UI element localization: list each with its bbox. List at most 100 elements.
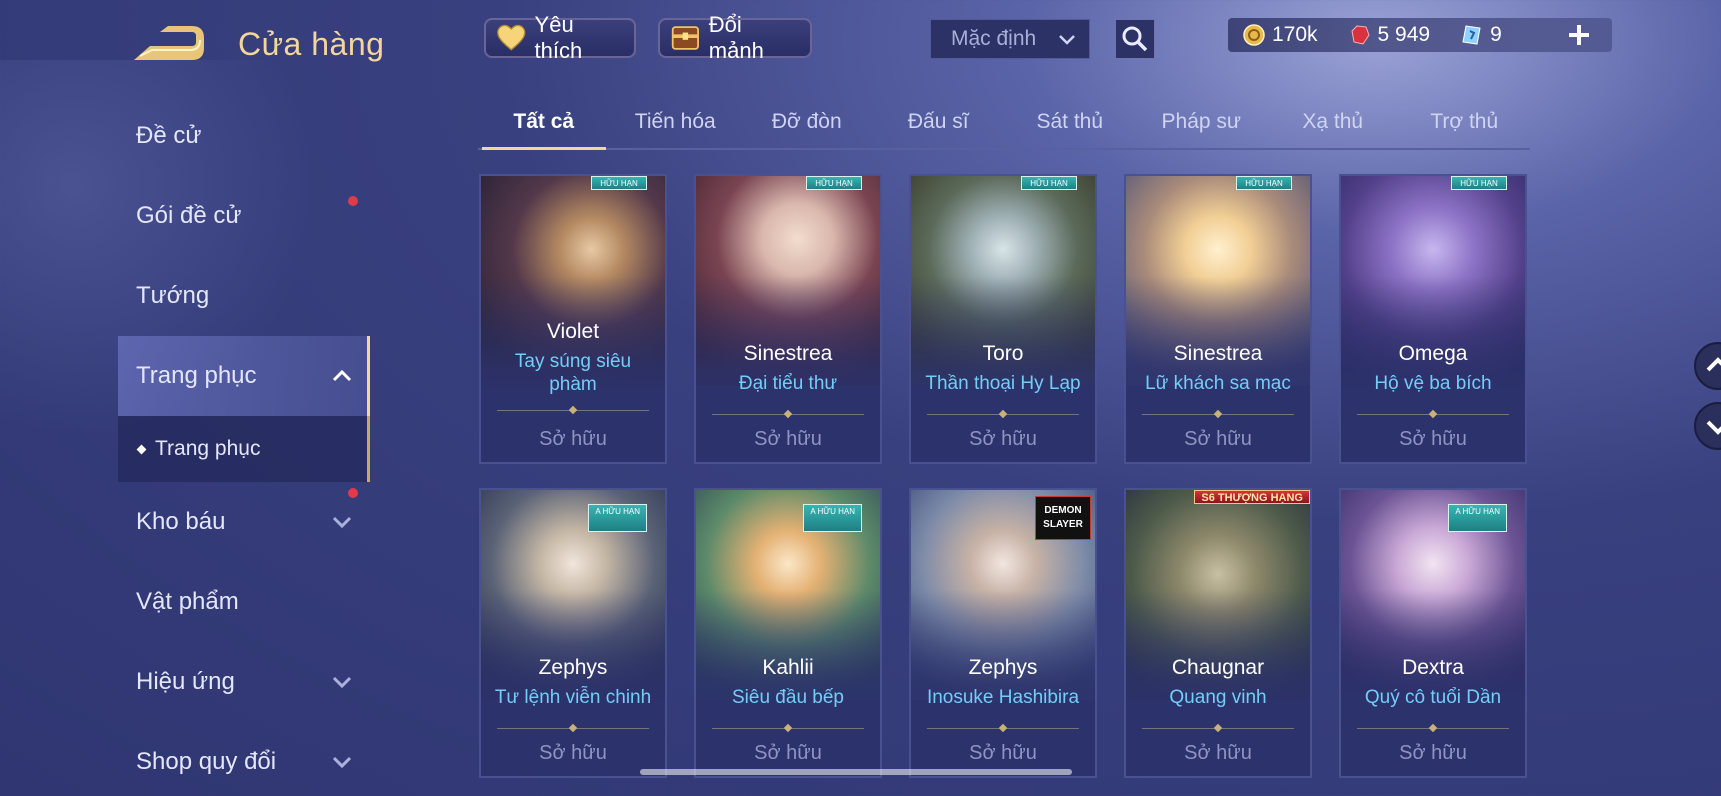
- skin-name: Siêu đầu bếp: [732, 687, 844, 708]
- tab-mage[interactable]: Pháp sư: [1136, 100, 1268, 148]
- tab-all[interactable]: Tất cả: [478, 100, 610, 150]
- limited-badge: HỮU HẠN: [1451, 176, 1507, 190]
- search-icon: [1122, 26, 1148, 52]
- exchange-fragments-button[interactable]: Đổi mảnh: [658, 12, 812, 63]
- search-button[interactable]: [1115, 19, 1155, 59]
- currency-bar: 170k 5 949 9: [1228, 18, 1612, 52]
- limited-badge: HỮU HẠN: [1236, 176, 1292, 190]
- add-currency-icon[interactable]: [1566, 22, 1592, 48]
- back-button[interactable]: [130, 22, 210, 64]
- shop-sidebar: Đề cử Gói đề cử Tướng Trang phục Trang p…: [118, 96, 370, 796]
- skin-card[interactable]: S6 THƯỢNG HẠNG Chaugnar Quang vinh Sở hữ…: [1124, 488, 1312, 778]
- chevron-up-icon: [1706, 357, 1721, 372]
- sidebar-item-label: Đề cử: [136, 122, 202, 149]
- sidebar-item-label: Tướng: [136, 282, 210, 309]
- shop-screen: Cửa hàng Yêu thích Đổi mảnh Mặc định 170…: [0, 0, 1721, 796]
- ruby-gem-icon: [1351, 25, 1370, 45]
- sidebar-item-label: Shop quy đổi: [136, 748, 277, 775]
- hero-name: Dextra: [1402, 656, 1464, 679]
- skin-name: Lữ khách sa mạc: [1145, 373, 1291, 394]
- scroll-down-button[interactable]: [1694, 402, 1721, 450]
- favorites-label: Yêu thích: [534, 12, 583, 63]
- tab-tank[interactable]: Đỡ đòn: [741, 100, 873, 148]
- chevron-down-icon: [332, 756, 352, 769]
- skin-card[interactable]: HỮU HẠN Toro Thần thoại Hy Lạp Sở hữu: [909, 174, 1097, 464]
- sidebar-item-label: Hiệu ứng: [136, 668, 235, 695]
- skin-name: Đại tiểu thư: [738, 373, 838, 394]
- owned-status: Sở hữu: [1184, 742, 1252, 764]
- hero-name: Zephys: [538, 656, 608, 679]
- sidebar-item-label: Kho báu: [136, 508, 226, 535]
- gold-coin-icon: [1243, 24, 1265, 46]
- skin-card[interactable]: DEMON SLAYER Zephys Inosuke Hashibira Sở…: [909, 488, 1097, 778]
- rank-a-limited-badge: A HỮU HẠN: [1448, 504, 1507, 532]
- card-divider: [1357, 728, 1509, 729]
- card-divider: [927, 414, 1079, 415]
- sort-dropdown[interactable]: Mặc định: [930, 19, 1090, 59]
- page-title: Cửa hàng: [238, 26, 385, 62]
- tab-support[interactable]: Trợ thủ: [1399, 100, 1531, 148]
- scroll-up-button[interactable]: [1694, 342, 1721, 390]
- gold-balance: 170k: [1242, 23, 1318, 47]
- skin-card[interactable]: A HỮU HẠN Kahlii Siêu đầu bếp Sở hữu: [694, 488, 882, 778]
- limited-badge: HỮU HẠN: [1021, 176, 1077, 190]
- sidebar-item-heroes[interactable]: Tướng: [118, 256, 370, 336]
- owned-status: Sở hữu: [754, 742, 822, 764]
- skin-name: Thần thoại Hy Lạp: [925, 373, 1081, 394]
- skin-grid: HỮU HẠN Violet Tay súng siêu phàm Sở hữu…: [479, 174, 1529, 796]
- skin-card[interactable]: A HỮU HẠN Zephys Tư lệnh viễn chinh Sở h…: [479, 488, 667, 778]
- exchange-label: Đổi mảnh: [708, 12, 764, 63]
- tab-marksman[interactable]: Xạ thủ: [1267, 100, 1399, 148]
- sidebar-item-items[interactable]: Vật phẩm: [118, 562, 370, 642]
- sidebar-item-exchange-shop[interactable]: Shop quy đổi: [118, 722, 370, 796]
- ruby-balance: 5 949: [1348, 23, 1430, 47]
- heart-icon: [497, 24, 526, 51]
- tab-assassin[interactable]: Sát thủ: [1004, 100, 1136, 148]
- skin-card[interactable]: HỮU HẠN Violet Tay súng siêu phàm Sở hữu: [479, 174, 667, 464]
- bullet-diamond-icon: [136, 444, 147, 454]
- owned-status: Sở hữu: [1399, 742, 1467, 764]
- rank-a-limited-badge: A HỮU HẠN: [803, 504, 862, 532]
- home-indicator[interactable]: [640, 769, 1072, 775]
- sidebar-item-skins[interactable]: Trang phục: [118, 336, 370, 416]
- tab-evolution[interactable]: Tiến hóa: [610, 100, 742, 148]
- skin-card[interactable]: HỮU HẠN Omega Hộ vệ ba bích Sở hữu: [1339, 174, 1527, 464]
- owned-status: Sở hữu: [539, 742, 607, 764]
- hero-name: Chaugnar: [1171, 656, 1265, 679]
- limited-badge: HỮU HẠN: [591, 176, 647, 190]
- skin-name: Quý cô tuổi Dần: [1364, 687, 1502, 708]
- sidebar-subitem-skins[interactable]: Trang phục: [118, 416, 370, 482]
- card-divider: [1142, 728, 1294, 729]
- hero-name: Sinestrea: [743, 342, 833, 365]
- coupon-amount: 9: [1490, 23, 1502, 46]
- skin-card[interactable]: HỮU HẠN Sinestrea Lữ khách sa mạc Sở hữu: [1124, 174, 1312, 464]
- card-divider: [712, 414, 864, 415]
- skin-card[interactable]: A HỮU HẠN Dextra Quý cô tuổi Dần Sở hữu: [1339, 488, 1527, 778]
- skin-name: Tư lệnh viễn chinh: [494, 687, 652, 708]
- chevron-up-icon: [332, 369, 352, 382]
- chevron-down-icon: [1706, 420, 1721, 435]
- demon-slayer-badge: DEMON SLAYER: [1035, 496, 1091, 540]
- card-divider: [497, 410, 649, 411]
- hero-name: Violet: [546, 320, 600, 343]
- sidebar-item-label: Gói đề cử: [136, 202, 242, 229]
- tab-fighter[interactable]: Đấu sĩ: [873, 100, 1005, 148]
- sidebar-item-effects[interactable]: Hiệu ứng: [118, 642, 370, 722]
- skin-name: Tay súng siêu phàm: [514, 351, 632, 395]
- card-divider: [497, 728, 649, 729]
- sidebar-item-label: Trang phục: [136, 362, 257, 389]
- owned-status: Sở hữu: [754, 428, 822, 450]
- favorites-button[interactable]: Yêu thích: [484, 12, 636, 63]
- category-tabs: Tất cả Tiến hóa Đỡ đòn Đấu sĩ Sát thủ Ph…: [478, 100, 1530, 150]
- chevron-down-icon: [1059, 35, 1075, 45]
- notification-dot: [348, 196, 358, 206]
- chevron-down-icon: [332, 676, 352, 689]
- sidebar-item-recommended-packs[interactable]: Gói đề cử: [118, 176, 370, 256]
- owned-status: Sở hữu: [969, 742, 1037, 764]
- skin-name: Quang vinh: [1169, 687, 1267, 708]
- hero-name: Omega: [1398, 342, 1468, 365]
- treasure-chest-icon: [671, 26, 699, 50]
- skin-card[interactable]: HỮU HẠN Sinestrea Đại tiểu thư Sở hữu: [694, 174, 882, 464]
- sidebar-item-treasure[interactable]: Kho báu: [118, 482, 370, 562]
- sidebar-item-recommended[interactable]: Đề cử: [118, 96, 370, 176]
